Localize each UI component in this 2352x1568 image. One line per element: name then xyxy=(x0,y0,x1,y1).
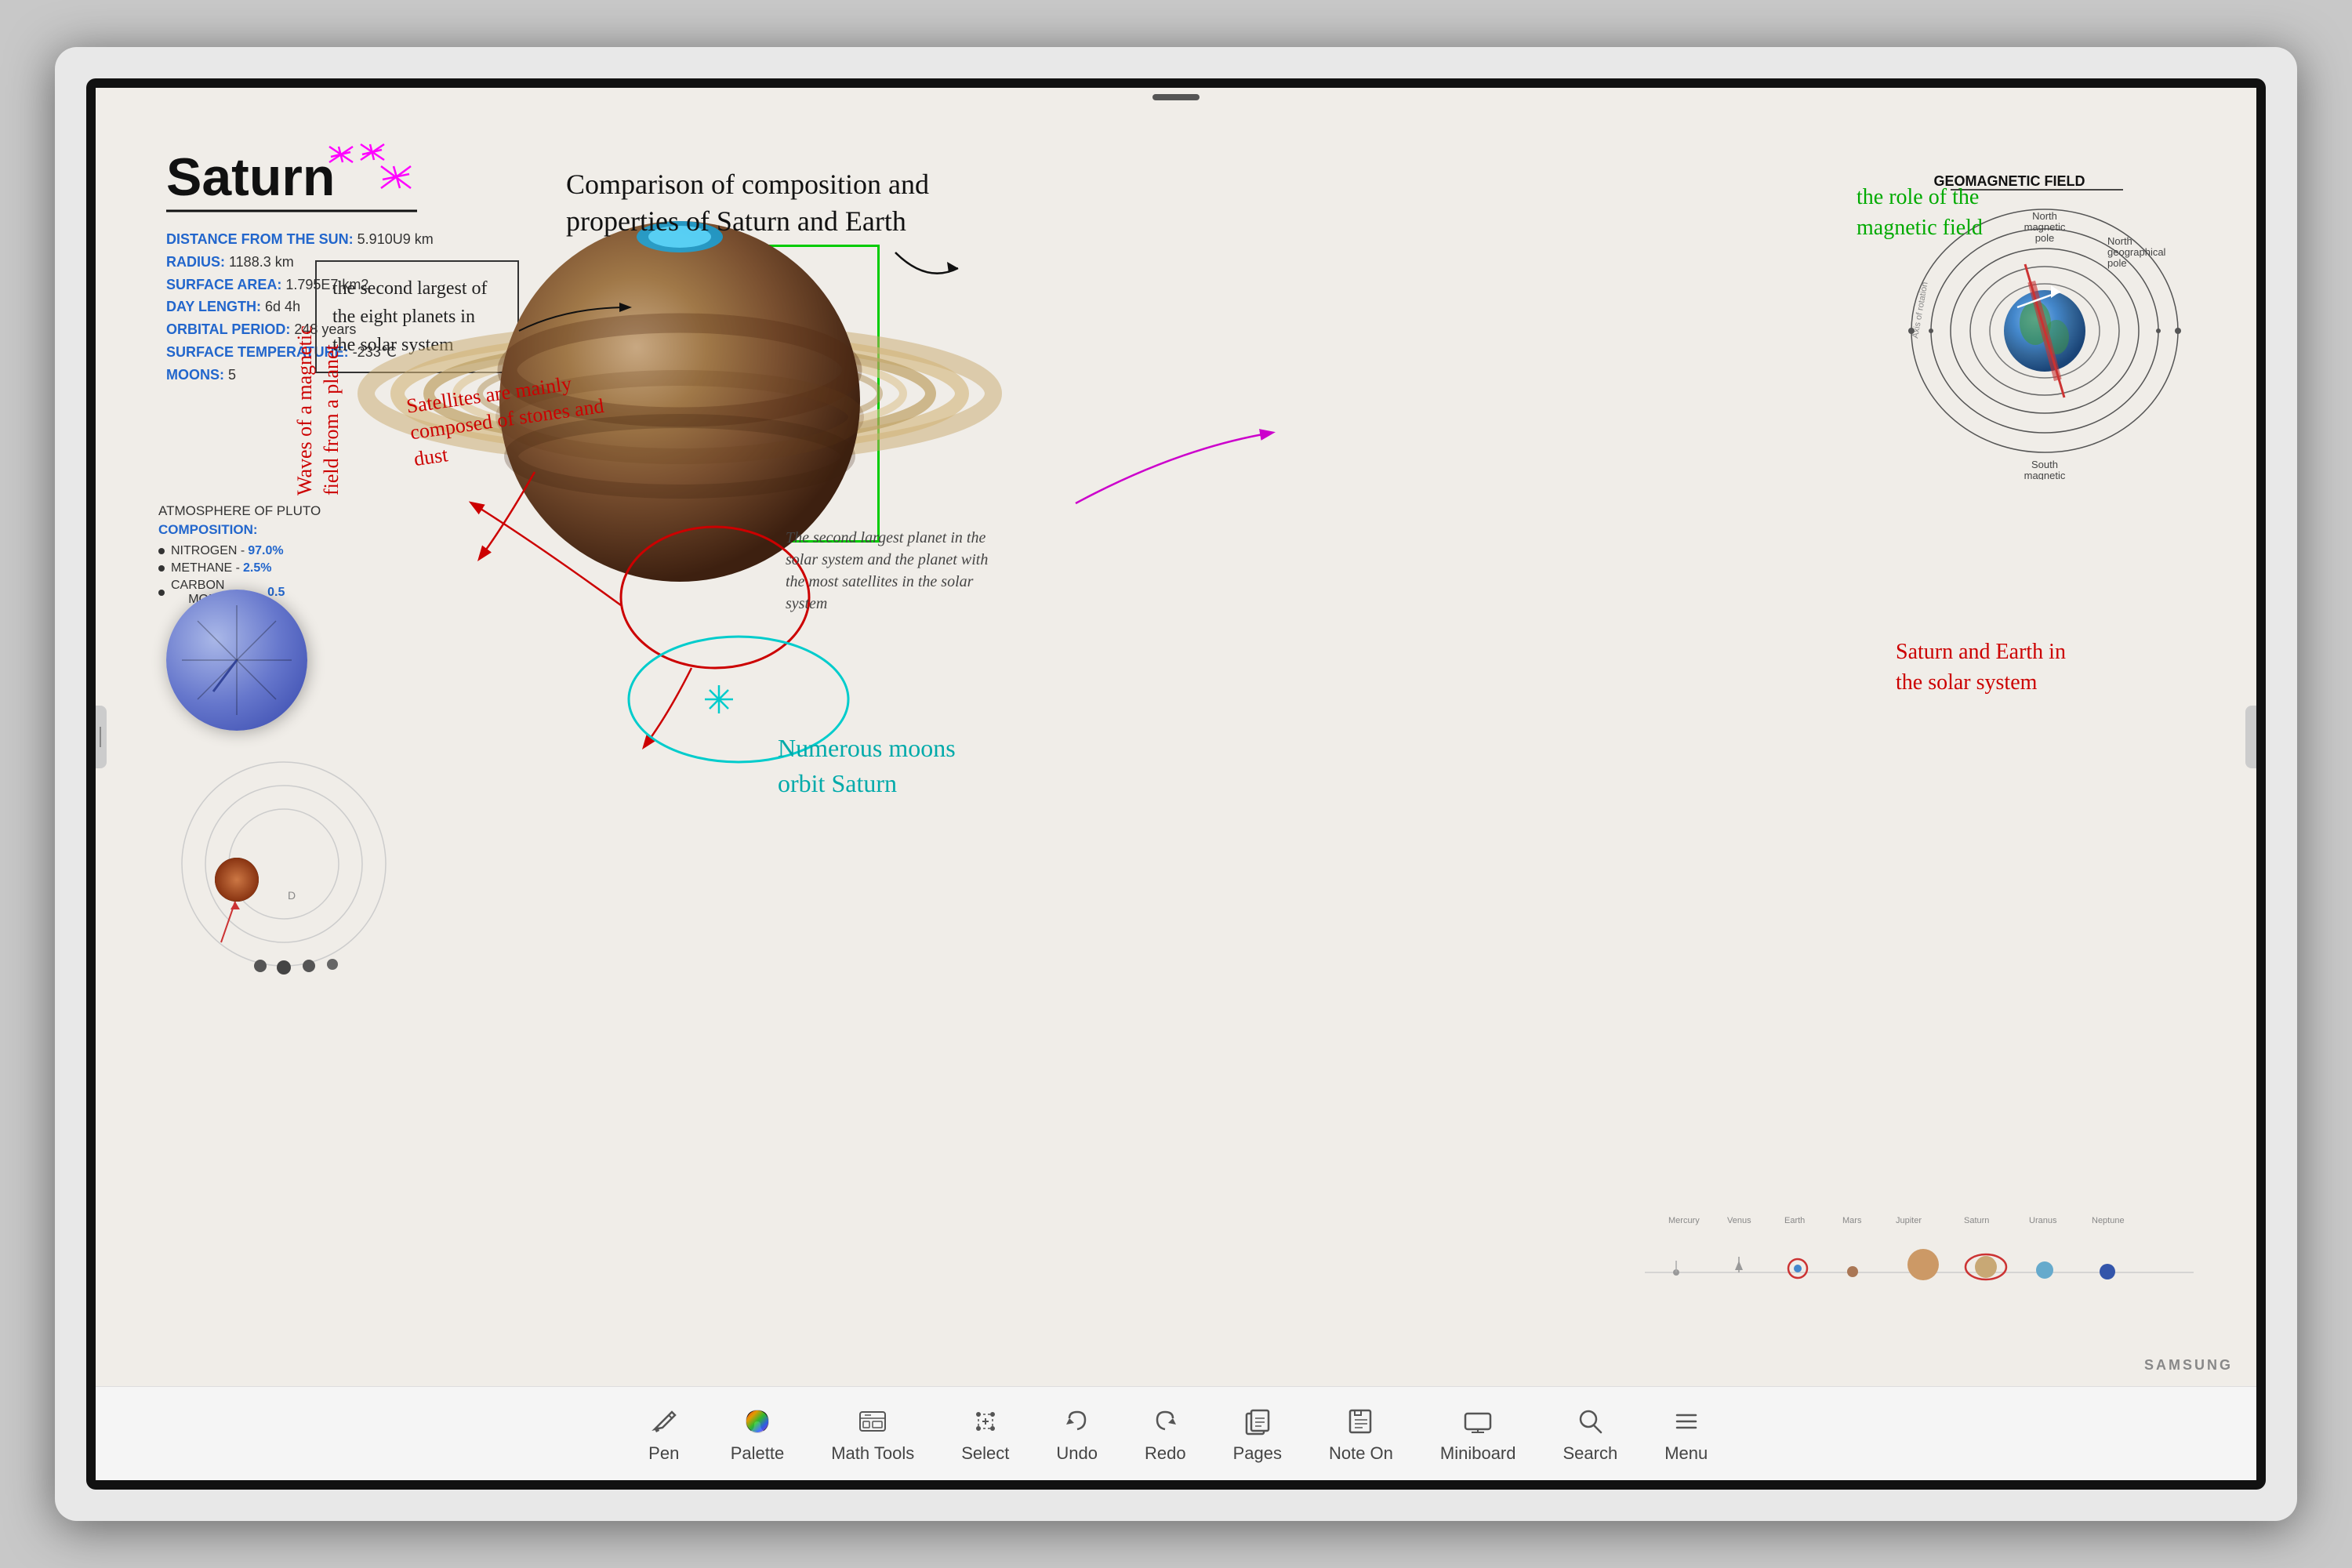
samsung-logo: SAMSUNG xyxy=(2144,1357,2233,1374)
undo-icon xyxy=(1060,1404,1094,1439)
pages-label: Pages xyxy=(1233,1443,1282,1464)
miniboard-tool[interactable]: Miniboard xyxy=(1425,1396,1532,1472)
math-tools-label: Math Tools xyxy=(831,1443,914,1464)
redo-label: Redo xyxy=(1145,1443,1186,1464)
palette-tool[interactable]: Palette xyxy=(715,1396,800,1472)
screen-bezel: Saturn xyxy=(86,78,2266,1490)
select-tool[interactable]: Select xyxy=(946,1396,1025,1472)
svg-text:D: D xyxy=(288,889,296,902)
svg-text:Venus: Venus xyxy=(1727,1216,1751,1225)
svg-text:Mercury: Mercury xyxy=(1668,1216,1700,1225)
svg-text:Earth: Earth xyxy=(1784,1216,1805,1225)
svg-text:magnetic: magnetic xyxy=(2024,470,2066,480)
svg-text:North: North xyxy=(2107,235,2132,247)
menu-icon xyxy=(1669,1404,1704,1439)
search-icon xyxy=(1573,1404,1607,1439)
svg-text:Saturn: Saturn xyxy=(1964,1216,1989,1225)
undo-label: Undo xyxy=(1056,1443,1098,1464)
moons-annotation: Numerous moons orbit Saturn xyxy=(778,731,982,801)
pages-tool[interactable]: Pages xyxy=(1218,1396,1298,1472)
select-icon xyxy=(968,1404,1003,1439)
svg-text:Jupiter: Jupiter xyxy=(1896,1216,1922,1225)
menu-tool[interactable]: Menu xyxy=(1649,1396,1723,1472)
pen-tool[interactable]: Pen xyxy=(629,1396,699,1472)
svg-text:pole: pole xyxy=(2035,232,2055,244)
monitor: Saturn xyxy=(55,47,2297,1521)
math-tools-tool[interactable]: Math Tools xyxy=(815,1396,930,1472)
note-on-tool[interactable]: Note On xyxy=(1313,1396,1409,1472)
math-tools-icon xyxy=(855,1404,890,1439)
miniboard-label: Miniboard xyxy=(1440,1443,1516,1464)
undo-tool[interactable]: Undo xyxy=(1040,1396,1113,1472)
pages-icon xyxy=(1240,1404,1275,1439)
select-label: Select xyxy=(961,1443,1009,1464)
palette-icon xyxy=(740,1404,775,1439)
saturn-image xyxy=(347,151,1013,684)
svg-text:geographical: geographical xyxy=(2107,246,2166,258)
svg-text:South: South xyxy=(2031,459,2058,470)
blue-sphere xyxy=(166,590,307,731)
svg-text:Neptune: Neptune xyxy=(2092,1216,2125,1225)
palette-label: Palette xyxy=(731,1443,785,1464)
planet-comparison-line: Mercury Venus Earth Mars Jupiter Saturn … xyxy=(1645,1214,2194,1308)
note-on-icon xyxy=(1344,1404,1378,1439)
redo-icon xyxy=(1148,1404,1182,1439)
left-panel-handle[interactable] xyxy=(96,706,107,768)
saturn-title-text: Saturn xyxy=(166,151,335,204)
pen-icon xyxy=(647,1404,681,1439)
pen-label: Pen xyxy=(648,1443,679,1464)
redo-tool[interactable]: Redo xyxy=(1129,1396,1202,1472)
content-area: Saturn xyxy=(96,88,2256,1386)
search-tool[interactable]: Search xyxy=(1548,1396,1634,1472)
right-panel-handle[interactable] xyxy=(2245,706,2256,768)
geo-title-text: GEOMAGNETIC FIELD xyxy=(1934,173,2085,189)
svg-text:North: North xyxy=(2032,210,2057,222)
search-label: Search xyxy=(1563,1443,1618,1464)
menu-label: Menu xyxy=(1664,1443,1708,1464)
miniboard-icon xyxy=(1461,1404,1495,1439)
note-on-label: Note On xyxy=(1329,1443,1393,1464)
svg-text:Mars: Mars xyxy=(1842,1216,1862,1225)
screen: Saturn xyxy=(96,88,2256,1480)
orbital-diagram: D xyxy=(166,746,401,982)
svg-text:pole: pole xyxy=(2107,257,2127,269)
saturn-earth-annotation: Saturn and Earth in the solar system xyxy=(1896,637,2084,698)
svg-text:magnetic: magnetic xyxy=(2024,221,2066,233)
geomagnetic-diagram: GEOMAGNETIC FIELD xyxy=(1896,166,2194,464)
toolbar: Pen xyxy=(96,1386,2256,1480)
svg-text:Uranus: Uranus xyxy=(2029,1216,2057,1225)
